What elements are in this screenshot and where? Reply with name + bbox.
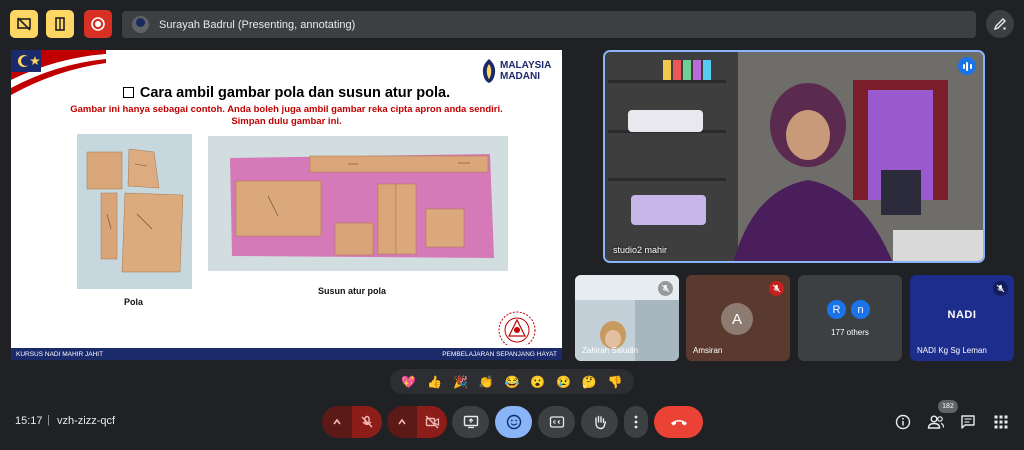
checkbox-bullet-icon — [122, 87, 134, 98]
sparkling-heart-icon[interactable]: 💖 — [401, 375, 416, 389]
mic-off-icon — [993, 281, 1008, 296]
no-presentation-icon[interactable] — [10, 10, 38, 38]
presenter-video-feed — [605, 52, 983, 261]
presenter-video-tile[interactable]: studio2 mahir — [603, 50, 985, 263]
more-vert-icon — [634, 415, 638, 429]
caption-pola: Pola — [124, 297, 144, 307]
mic-toggle-button[interactable] — [352, 406, 382, 438]
presenter-avatar — [132, 16, 149, 33]
raise-hand-icon — [594, 415, 606, 430]
thinking-icon[interactable]: 🤔 — [582, 375, 597, 389]
open-mouth-icon[interactable]: 😮 — [530, 375, 545, 389]
people-icon — [927, 415, 945, 429]
participant-name: Zahirah Saludin — [582, 346, 639, 355]
more-options-button[interactable] — [624, 406, 648, 438]
slide-subtitle-line-1: Gambar ini hanya sebagai contoh. Anda bo… — [70, 104, 503, 115]
participant-avatar: A — [721, 303, 753, 335]
camera-options-button[interactable] — [387, 406, 417, 438]
meeting-code: vzh-zizz-qcf — [57, 415, 116, 427]
malaysia-madani-logo: MALAYSIA MADANI — [481, 55, 558, 87]
mic-options-button[interactable] — [322, 406, 352, 438]
captions-icon — [549, 416, 564, 428]
reactions-button[interactable] — [495, 406, 532, 438]
logo-line-1: MALAYSIA — [500, 60, 552, 71]
logo-line-2: MADANI — [500, 71, 540, 82]
mic-off-icon — [658, 281, 673, 296]
participant-name: Amsiran — [693, 346, 723, 355]
pattern-layout-photo — [208, 136, 508, 271]
reactions-bar: 💖 👍 🎉 👏 😂 😮 😢 🤔 👎 — [390, 369, 634, 394]
chevron-up-icon — [398, 418, 406, 425]
top-bar: Surayah Badrul (Presenting, annotating) — [0, 0, 1024, 48]
others-count-label: 177 others — [831, 328, 869, 337]
nadi-logo: NADI — [947, 309, 977, 321]
participant-tile-others[interactable]: R n 177 others — [798, 275, 902, 361]
presentation-slide: MALAYSIA MADANI Cara ambil gambar pola d… — [11, 50, 562, 360]
leave-call-button[interactable] — [654, 406, 703, 438]
slide-footer-right: PEMBELAJARAN SEPANJANG HAYAT — [442, 350, 557, 358]
participant-name: NADI Kg Sg Leman — [917, 346, 987, 355]
slide-subtitle-line-2: Simpan dulu gambar ini. — [231, 116, 342, 127]
clapping-hands-icon[interactable]: 👏 — [479, 375, 494, 389]
other-avatar-2: n — [849, 298, 872, 321]
caption-susun-atur-pola: Susun atur pola — [318, 286, 387, 296]
annotate-pen-icon[interactable] — [986, 10, 1014, 38]
clock: 15:17 — [15, 415, 43, 427]
mic-off-icon — [769, 281, 784, 296]
slide-subtitle: Gambar ini hanya sebagai contoh. Anda bo… — [11, 104, 562, 128]
thumbs-down-icon[interactable]: 👎 — [608, 375, 623, 389]
people-button[interactable] — [925, 411, 947, 433]
camera-off-icon — [425, 415, 439, 429]
raise-hand-button[interactable] — [581, 406, 618, 438]
presenter-status-bar: Surayah Badrul (Presenting, annotating) — [122, 11, 976, 38]
participant-tile-amsiran[interactable]: A Amsiran — [686, 275, 790, 361]
present-screen-button[interactable] — [452, 406, 489, 438]
camera-toggle-button[interactable] — [417, 406, 447, 438]
companion-mode-icon[interactable] — [46, 10, 74, 38]
end-call-icon — [670, 420, 687, 426]
recording-icon[interactable] — [84, 10, 112, 38]
activities-button[interactable] — [990, 411, 1012, 433]
chat-icon — [961, 415, 975, 429]
slide-title-text: Cara ambil gambar pola dan susun atur po… — [139, 85, 451, 101]
separator: | — [47, 414, 50, 426]
joy-icon[interactable]: 😂 — [504, 375, 519, 389]
presenter-status-text: Surayah Badrul (Presenting, annotating) — [159, 18, 356, 31]
participant-tile-zahirah[interactable]: Zahirah Saludin — [575, 275, 679, 361]
slide-footer-left: KURSUS NADI MAHIR JAHIT — [16, 350, 104, 358]
presenter-video-name: studio2 mahir — [613, 245, 668, 255]
slide-footer: KURSUS NADI MAHIR JAHIT PEMBELAJARAN SEP… — [11, 348, 562, 360]
sad-icon[interactable]: 😢 — [556, 375, 571, 389]
party-popper-icon[interactable]: 🎉 — [453, 375, 468, 389]
nadi-mahir-emblem — [498, 311, 536, 345]
other-avatar-1: R — [825, 298, 848, 321]
present-screen-icon — [463, 415, 478, 429]
mic-off-icon — [361, 415, 373, 428]
madani-emblem-icon — [482, 59, 496, 83]
emoji-smile-icon — [506, 414, 521, 430]
captions-button[interactable] — [538, 406, 575, 438]
slide-title: Cara ambil gambar pola dan susun atur po… — [11, 85, 562, 101]
chevron-up-icon — [333, 418, 341, 425]
info-icon — [895, 414, 911, 430]
speaking-indicator-icon — [958, 57, 976, 75]
apps-grid-icon — [994, 415, 1008, 429]
thumbs-up-icon[interactable]: 👍 — [427, 375, 442, 389]
participant-tile-nadi[interactable]: NADI NADI Kg Sg Leman — [910, 275, 1014, 361]
chat-button[interactable] — [957, 411, 979, 433]
meeting-details-button[interactable] — [892, 411, 914, 433]
pattern-pieces-photo — [77, 134, 192, 289]
